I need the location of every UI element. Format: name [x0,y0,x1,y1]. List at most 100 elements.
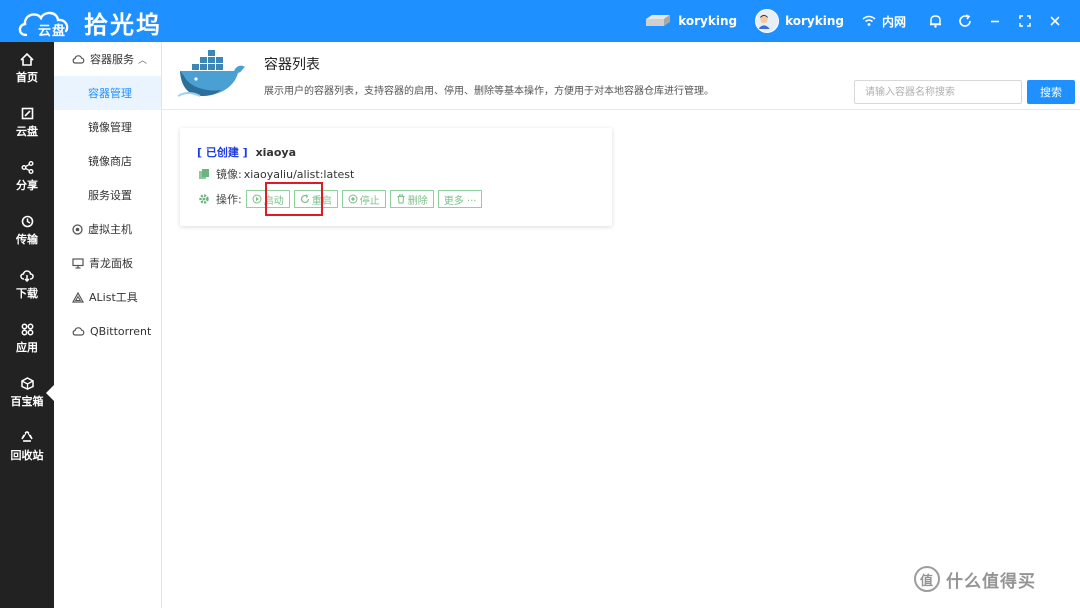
subnav-item-label: 容器管理 [88,87,132,100]
subnav-item-label: AList工具 [89,291,138,304]
nav-label: 传输 [16,233,38,246]
nav-label: 首页 [16,71,38,84]
transfer-icon [21,215,33,228]
subnav-item-service-settings[interactable]: 服务设置 [54,178,161,212]
subnav-item-container-manage[interactable]: 容器管理 [54,76,161,110]
container-title: [ 已创建 ] xiaoya [197,144,296,160]
main-content: 容器列表 展示用户的容器列表，支持容器的启用、停用、删除等基本操作，方便用于对本… [162,42,1080,608]
nav-item-transfer[interactable]: 传输 [0,204,54,258]
device-selector[interactable]: koryking [644,14,737,28]
subnav-item-alist[interactable]: AList工具 [54,280,161,314]
subnav-item-qbittorrent[interactable]: QBittorrent [54,314,161,348]
nav-label: 下载 [16,287,38,300]
subnav-group-label: 容器服务 [90,53,134,66]
nav-item-download[interactable]: 下载 [0,258,54,312]
search-button[interactable]: 搜索 [1027,80,1075,104]
nav-item-recycle[interactable]: 回收站 [0,420,54,474]
network-label: 内网 [881,14,906,29]
user-name: koryking [785,14,844,28]
page-description: 展示用户的容器列表，支持容器的启用、停用、删除等基本操作，方便用于对本地容器仓库… [264,86,714,97]
cloud-logo-icon: 云盘 [16,7,78,39]
nav-item-share[interactable]: 分享 [0,150,54,204]
recycle-icon [21,431,33,442]
subnav-item-label: QBittorrent [90,324,152,338]
panel-icon [72,257,84,269]
subnav-item-label: 青龙面板 [89,257,133,270]
subnav-item-label: 镜像管理 [88,121,132,134]
subnav-group-container-service[interactable]: 容器服务 ︿ [54,42,161,76]
network-status[interactable]: 内网 [862,13,906,30]
highlight-box [265,182,323,216]
docker-whale-icon [178,50,245,97]
brand-name: 拾光坞 [84,10,162,39]
home-icon [20,53,34,66]
delete-button[interactable]: 删除 [389,190,434,208]
image-value: xiaoyaliu/alist:latest [243,167,355,181]
watermark-text: 什么值得买 [946,571,1036,592]
nav-label: 回收站 [10,449,44,462]
image-row: 镜像: xiaoyaliu/alist:latest [198,166,354,182]
nav-label: 云盘 [16,125,38,138]
operations-label: 操作: [216,193,242,206]
share-icon [21,161,33,174]
stop-label: 停止 [359,195,380,207]
top-bar: 云盘 拾光坞 koryking koryking 内网 [0,0,1080,42]
minimize-icon[interactable] [984,10,1006,32]
subnav-item-image-manage[interactable]: 镜像管理 [54,110,161,144]
watermark-logo-icon: 值 [914,566,940,592]
download-icon [20,270,34,282]
page-title: 容器列表 [264,57,320,73]
nav-item-toolbox[interactable]: 百宝箱 [0,366,54,420]
wifi-icon [862,15,876,26]
stop-button[interactable]: 停止 [341,190,386,208]
subnav-item-label: 镜像商店 [88,155,132,168]
left-nav: 首页 云盘 分享 传输 下载 应用 百宝箱 回收站 [0,42,54,608]
chevron-up-icon: ︿ [138,55,148,66]
nav-item-cloud[interactable]: 云盘 [0,96,54,150]
stop-circle-icon [348,194,358,204]
search-input[interactable] [854,80,1022,104]
cloud-icon [72,327,85,336]
gear-icon [199,194,209,204]
close-icon[interactable] [1044,10,1066,32]
operations-row: 操作: 启动 重启 停止 删除 更多 ··· [198,190,486,208]
subnav-item-label: 虚拟主机 [88,223,132,236]
cloud-drive-icon [21,107,33,120]
subnav-item-image-store[interactable]: 镜像商店 [54,144,161,178]
user-menu[interactable]: koryking [755,9,844,33]
vm-icon [72,223,83,235]
sub-nav: 容器服务 ︿ 容器管理 镜像管理 镜像商店 服务设置 虚拟主机 青龙面板 ALi… [54,42,162,608]
apps-icon [21,323,33,336]
status-badge: [ 已创建 ] [197,146,248,159]
nav-item-apps[interactable]: 应用 [0,312,54,366]
container-name[interactable]: xiaoya [256,146,296,159]
copy-icon [199,169,209,179]
more-label: 更多 ··· [443,195,477,207]
nav-item-home[interactable]: 首页 [0,42,54,96]
container-card: [ 已创建 ] xiaoya 镜像: xiaoyaliu/alist:lates… [180,128,612,226]
image-label: 镜像: [216,168,242,181]
delete-label: 删除 [407,195,428,207]
subnav-item-qinglong[interactable]: 青龙面板 [54,246,161,280]
avatar [755,9,780,33]
toolbox-icon [20,377,34,390]
hard-drive-icon [646,15,671,26]
trash-icon [397,194,405,204]
refresh-icon[interactable] [954,10,976,32]
subnav-item-vm[interactable]: 虚拟主机 [54,212,161,246]
app-logo: 云盘 拾光坞 [16,6,162,39]
device-name: koryking [678,14,738,28]
watermark: 值 什么值得买 [914,566,1036,592]
play-circle-icon [252,194,262,204]
logo-cloud-text: 云盘 [38,24,67,39]
nav-label: 分享 [16,179,38,192]
nav-label: 应用 [16,341,38,354]
page-header: 容器列表 展示用户的容器列表，支持容器的启用、停用、删除等基本操作，方便用于对本… [162,42,1080,110]
more-button[interactable]: 更多 ··· [437,190,483,208]
cloud-icon [72,55,85,64]
alist-icon [72,291,84,303]
nav-label: 百宝箱 [10,395,44,408]
maximize-icon[interactable] [1014,10,1036,32]
subnav-item-label: 服务设置 [88,189,132,202]
bell-icon[interactable] [924,10,946,32]
